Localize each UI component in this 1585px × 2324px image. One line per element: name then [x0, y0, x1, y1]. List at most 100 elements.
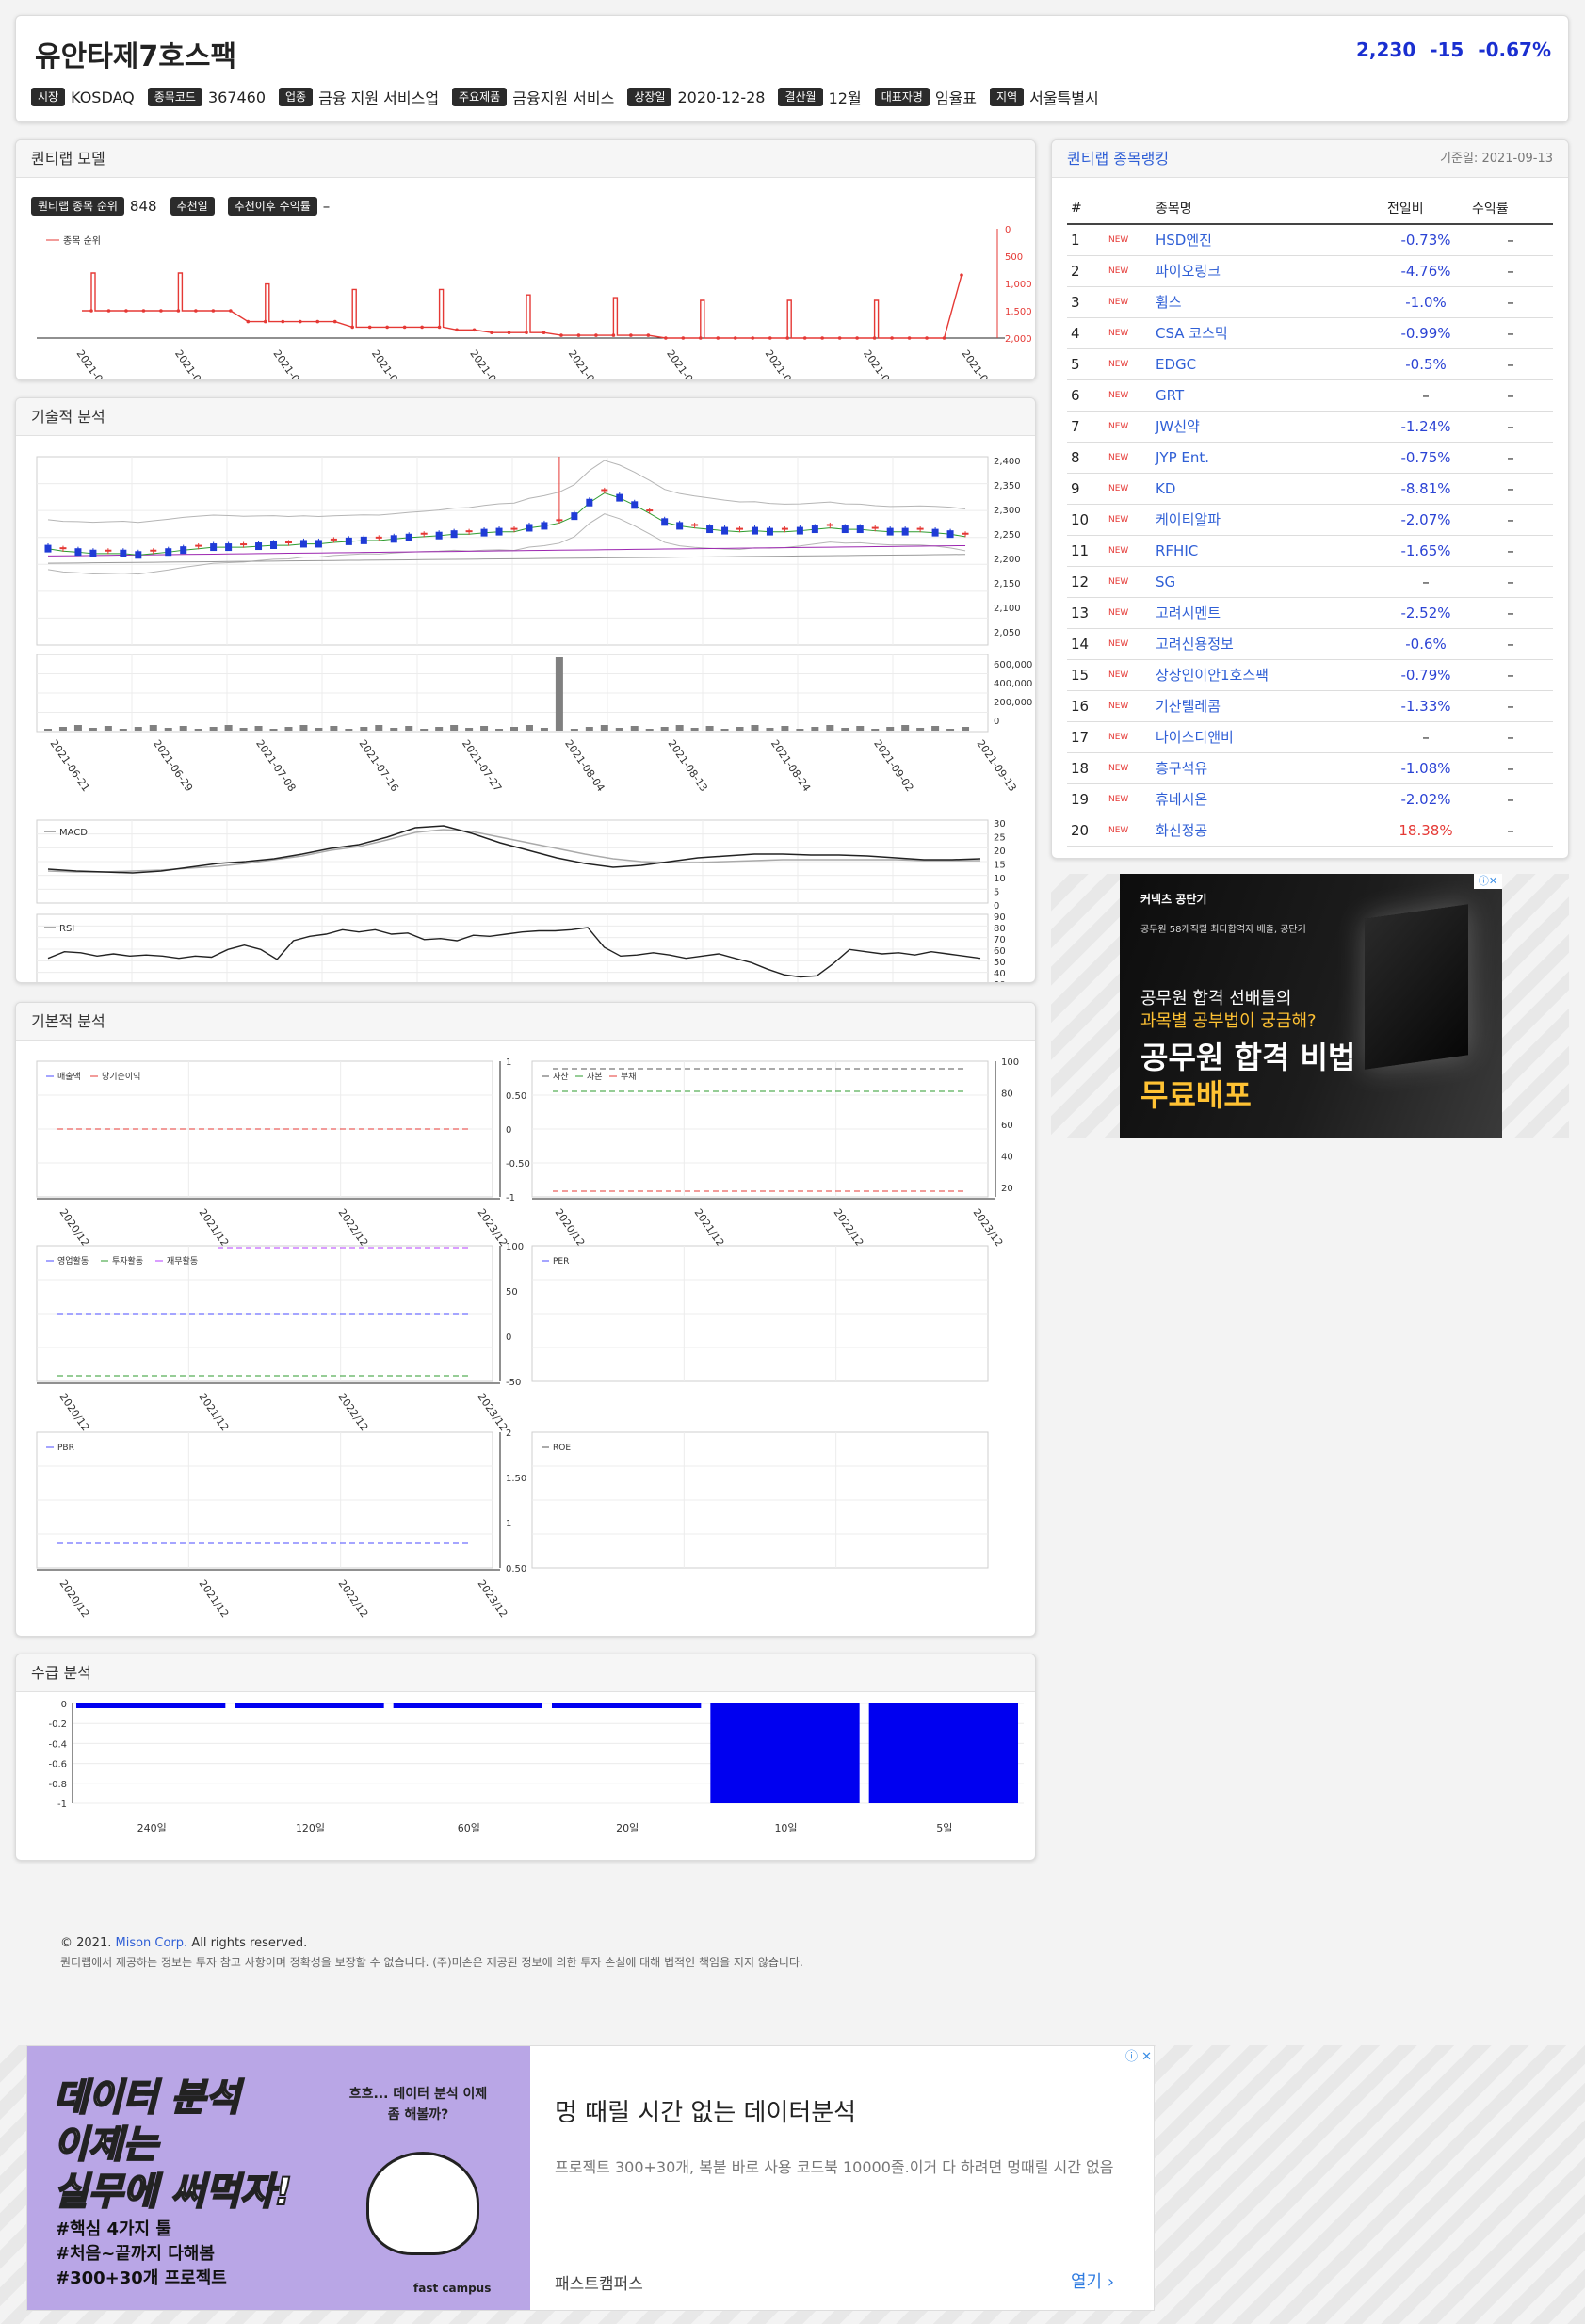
- company-link[interactable]: Mison Corp.: [116, 1936, 188, 1950]
- candle-body: [601, 489, 608, 492]
- card-title: 퀀티랩 모델: [16, 140, 1035, 178]
- stock-link[interactable]: 고려시멘트: [1156, 605, 1221, 621]
- new-tag: NEW: [1105, 815, 1152, 847]
- candle-body: [120, 549, 127, 557]
- rank-change: -1.08%: [1383, 752, 1468, 784]
- stock-link[interactable]: 흥구석유: [1156, 760, 1207, 777]
- meta-value: KOSDAQ: [71, 88, 135, 106]
- rank-change: -2.52%: [1383, 597, 1468, 629]
- stock-link[interactable]: 나이스디앤비: [1156, 729, 1234, 746]
- ranking-title[interactable]: 퀀티랩 종목랭킹: [1067, 140, 1169, 177]
- candle-body: [360, 536, 367, 544]
- ranking-row: 18 NEW 흥구석유 -1.08% –: [1067, 752, 1553, 784]
- y-tick-label: -1: [506, 1193, 515, 1203]
- meta-item: 대표자명 임율표: [874, 86, 977, 108]
- ad-image[interactable]: 데이터 분석 이제는 실무에 써먹자! #핵심 4가지 툴 #처음~끝까지 다해…: [27, 2046, 530, 2310]
- legend-label: MACD: [59, 828, 88, 838]
- legend-label: 당기순이익: [102, 1071, 140, 1082]
- x-tick-label: 2021-07-27: [460, 737, 504, 794]
- candle-body: [180, 546, 187, 555]
- candle-body: [135, 551, 142, 559]
- stock-link[interactable]: 휴네시온: [1156, 791, 1207, 808]
- candle-body: [871, 526, 879, 529]
- stock-link[interactable]: 고려신용정보: [1156, 636, 1234, 653]
- rank-point: [455, 328, 459, 332]
- stock-link[interactable]: 휨스: [1156, 294, 1182, 311]
- stock-link[interactable]: RFHIC: [1156, 542, 1198, 559]
- volume-bar: [766, 728, 774, 731]
- x-tick-label: 2021/12: [197, 1577, 232, 1620]
- y-tick-label: 40: [994, 969, 1006, 979]
- x-tick-label: 2021-09-13: [960, 347, 1004, 380]
- y-tick-label: 0: [61, 1700, 67, 1710]
- stock-link[interactable]: 케이티알파: [1156, 511, 1221, 528]
- rank-return: –: [1468, 286, 1553, 318]
- ranking-header: 퀀티랩 종목랭킹 기준일: 2021-09-13: [1052, 140, 1568, 178]
- stock-link[interactable]: HSD엔진: [1156, 232, 1212, 249]
- meta-label: 지역: [990, 88, 1025, 106]
- volume-bar: [73, 725, 82, 731]
- meta-value: 367460: [207, 88, 267, 106]
- stock-link[interactable]: KD: [1156, 480, 1175, 497]
- stock-link[interactable]: JYP Ent.: [1156, 449, 1209, 466]
- side-ad-banner[interactable]: ⓘ✕ 커넥츠 공단기 공무원 58개직렬 최다합격자 배출, 공단기 공무원 합…: [1120, 874, 1502, 1138]
- rank-change: -0.5%: [1383, 348, 1468, 380]
- ad-info-icon[interactable]: ⓘ ✕: [1125, 2046, 1152, 2064]
- rank-change: -8.81%: [1383, 473, 1468, 505]
- volume-bar: [390, 728, 398, 731]
- price-value: 2,230: [1355, 39, 1416, 61]
- meta-value: 서울특별시: [1029, 89, 1099, 107]
- stock-link[interactable]: EDGC: [1156, 356, 1196, 373]
- rank-point: [229, 309, 233, 313]
- rank-change: -1.65%: [1383, 535, 1468, 567]
- volume-bar: [330, 726, 338, 731]
- volume-bar: [962, 727, 970, 731]
- x-tick-label: 2021-07-08: [253, 737, 298, 794]
- volume-bar: [164, 728, 172, 731]
- y-tick-label: -0.8: [48, 1780, 67, 1790]
- stock-link[interactable]: SG: [1156, 573, 1175, 590]
- ad-headline[interactable]: 멍 때릴 시간 없는 데이터분석: [555, 2093, 856, 2128]
- rank-point: [420, 325, 424, 330]
- ranking-row: 17 NEW 나이스디앤비 – –: [1067, 721, 1553, 753]
- rank-point: [751, 336, 755, 340]
- ranking-head-row: # 종목명 전일비 수익률: [1067, 193, 1553, 225]
- ranking-row: 6 NEW GRT – –: [1067, 379, 1553, 412]
- candle-body: [916, 527, 924, 530]
- rank-no: 18: [1067, 752, 1105, 784]
- candle-body: [495, 527, 503, 536]
- ad-open-button[interactable]: 열기 ›: [1071, 2268, 1114, 2293]
- stock-link[interactable]: 기산텔레콤: [1156, 698, 1221, 715]
- legend-label: 재무활동: [167, 1255, 198, 1267]
- stock-link[interactable]: CSA 코스믹: [1156, 325, 1228, 342]
- rank-point: [576, 333, 581, 337]
- candle-body: [284, 541, 292, 543]
- legend-label: ROE: [553, 1444, 571, 1453]
- x-tick-label: 2022/12: [336, 1577, 371, 1620]
- stock-link[interactable]: 상상인이안1호스팩: [1156, 667, 1269, 684]
- candle-body: [826, 524, 833, 526]
- rank-point: [855, 336, 859, 340]
- candle-body: [150, 549, 157, 552]
- x-tick-label: 2021-06-29: [151, 737, 195, 794]
- stock-link[interactable]: JW신약: [1156, 418, 1200, 435]
- y-tick-label: 0: [994, 901, 999, 912]
- volume-bar: [660, 727, 669, 731]
- ad-book-image: [1365, 904, 1468, 1070]
- volume-bar: [931, 726, 940, 731]
- ad-info-icon[interactable]: ⓘ✕: [1474, 874, 1502, 889]
- volume-bar: [570, 729, 578, 731]
- rank-point: [246, 319, 251, 324]
- stock-link[interactable]: 화신정공: [1156, 822, 1207, 839]
- stock-link[interactable]: 파이오링크: [1156, 263, 1221, 280]
- bottom-ad-banner[interactable]: ⓘ ✕ 데이터 분석 이제는 실무에 써먹자! #핵심 4가지 툴 #처음~끝까…: [26, 2045, 1155, 2311]
- volume-bar: [946, 729, 955, 731]
- ad-bullet1: #핵심 4가지 툴: [56, 2219, 171, 2239]
- stock-title: 유안타제7호스팩: [35, 40, 237, 73]
- meta-value: 금융지원 서비스: [512, 89, 615, 107]
- rank-point: [699, 336, 703, 340]
- rank-point: [768, 336, 772, 340]
- stock-link[interactable]: GRT: [1156, 387, 1184, 404]
- rank-point: [402, 325, 407, 330]
- meta-value: 2020-12-28: [677, 88, 766, 106]
